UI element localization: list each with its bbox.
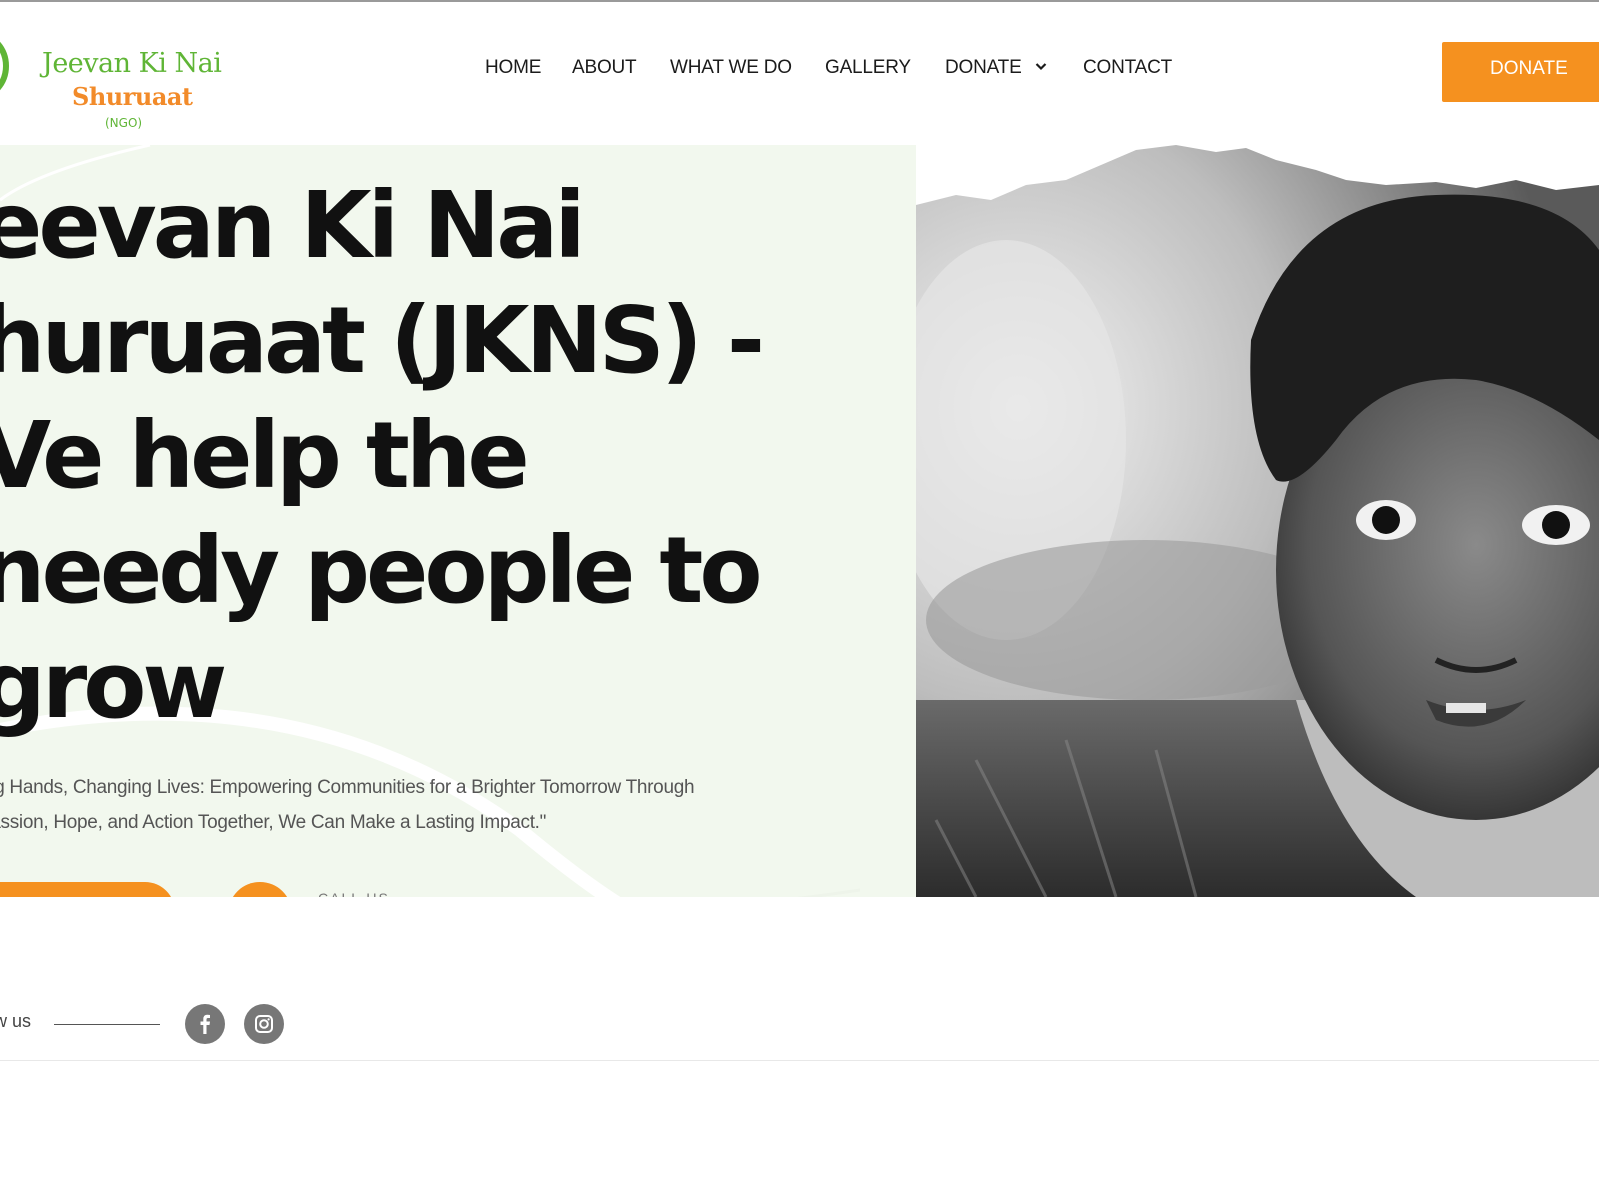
child-portrait-image (916, 145, 1599, 897)
hero-photo (916, 140, 1599, 897)
nav-about[interactable]: ABOUT (572, 57, 637, 79)
hero-subtitle-line: passion, Hope, and Action Together, We C… (0, 812, 547, 833)
donate-button[interactable]: DONATE (1442, 42, 1599, 102)
nav-home[interactable]: HOME (485, 57, 541, 79)
hero-title-line: grow (0, 632, 227, 739)
hero-title-line: needy people to (0, 517, 763, 624)
follow-divider-line (54, 1024, 160, 1025)
hero-subtitle: ing Hands, Changing Lives: Empowering Co… (0, 770, 800, 840)
hero-title-line: Ve help the (0, 402, 530, 509)
facebook-icon[interactable] (185, 1004, 225, 1044)
hero-title-line: eevan Ki Nai (0, 172, 586, 279)
top-border (0, 0, 1599, 2)
hero-subtitle-line: ing Hands, Changing Lives: Empowering Co… (0, 777, 695, 798)
hero-title: eevan Ki Nai huruaat (JKNS) - Ve help th… (0, 168, 880, 743)
instagram-icon[interactable] (244, 1004, 284, 1044)
nav-donate-label: DONATE (945, 57, 1022, 78)
logo-subtitle: Shuruaat (72, 82, 193, 111)
section-divider (0, 1060, 1599, 1061)
site-logo[interactable]: Jeevan Ki Nai Shuruaat (NGO) (0, 18, 230, 130)
logo-tag: (NGO) (105, 116, 143, 130)
logo-title: Jeevan Ki Nai (42, 48, 222, 79)
follow-us-label: w us (0, 1011, 32, 1031)
nav-gallery[interactable]: GALLERY (825, 57, 911, 79)
hero-bottom-mask (0, 897, 916, 957)
nav-what-we-do[interactable]: WHAT WE DO (670, 57, 792, 79)
chevron-down-icon (1035, 63, 1046, 71)
logo-mark-icon (0, 41, 9, 91)
nav-contact[interactable]: CONTACT (1083, 57, 1172, 79)
hero-title-line: huruaat (JKNS) - (0, 287, 765, 394)
nav-donate[interactable]: DONATE (945, 57, 1047, 79)
